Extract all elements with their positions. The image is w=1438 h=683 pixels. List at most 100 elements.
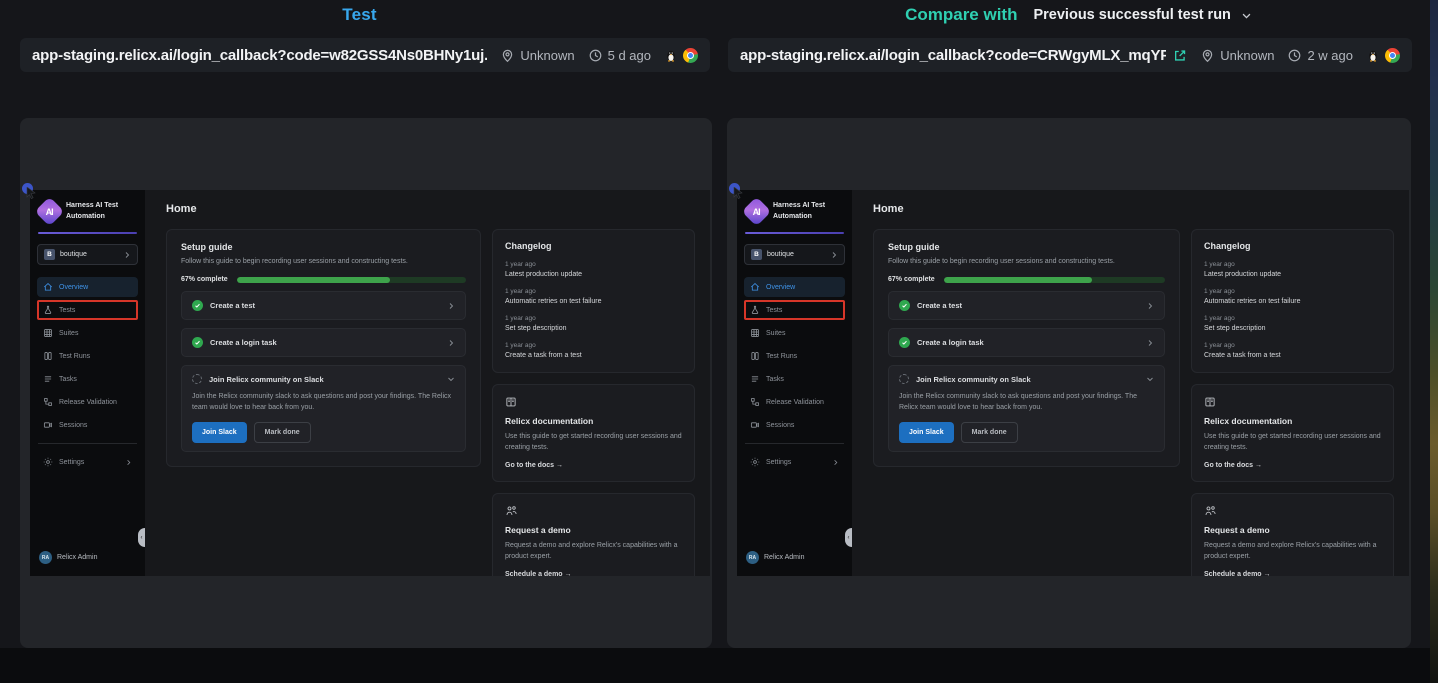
age-label: 5 d ago [608,48,651,63]
sidebar-item-tasks: Tasks [37,369,138,389]
sidebar-item-label: Tests [59,307,75,314]
test-screenshot-frame[interactable]: AI Harness AI TestAutomation B boutique … [20,118,712,648]
gear-icon [43,457,53,467]
home-icon [750,282,760,292]
demo-description: Request a demo and explore Relicx's capa… [505,541,682,562]
chevron-right-icon [447,339,455,347]
progress-label: 67% complete [888,276,935,283]
sidebar-divider [38,443,137,444]
changelog-entry: 1 year ago Create a task from a test [1204,342,1381,359]
mark-done-button: Mark done [961,422,1018,443]
app-sidebar: AI Harness AI TestAutomation B boutique … [30,190,145,576]
compare-title: Compare with [905,5,1017,25]
page-title: Home [166,203,695,215]
changelog-card: Changelog 1 year ago Latest production u… [1191,229,1394,373]
check-circle-icon [192,337,203,348]
page-title: Home [873,203,1394,215]
test-url-bar: app-staging.relicx.ai/login_callback?cod… [20,38,710,72]
documentation-title: Relicx documentation [1204,416,1381,426]
sidebar-collapse-handle: ‹ [845,528,852,547]
compare-run-label: Previous successful test run [1033,7,1230,23]
project-selector: B boutique [744,244,845,265]
setup-guide-card: Setup guide Follow this guide to begin r… [873,229,1180,467]
docs-link: Go to the docs → [505,462,563,469]
chevron-right-icon [830,251,838,259]
schedule-demo-link: Schedule a demo → [1204,571,1271,576]
changelog-entry: 1 year ago Latest production update [1204,261,1381,278]
adjacent-screenshot-sliver[interactable] [1430,0,1438,683]
project-selector: B boutique [37,244,138,265]
documentation-description: Use this guide to get started recording … [1204,432,1381,453]
sidebar-divider [745,443,844,444]
changelog-card: Changelog 1 year ago Latest production u… [492,229,695,373]
location-pin-icon [1200,48,1215,63]
progress-label: 67% complete [181,276,228,283]
sidebar-item-tests: Tests [37,300,138,320]
changelog-text: Create a task from a test [505,352,682,359]
compare-screenshot-frame[interactable]: AI Harness AI TestAutomation B boutique … [727,118,1411,648]
avatar: RA [39,551,52,564]
setup-guide-description: Follow this guide to begin recording use… [181,258,466,265]
flow-icon [43,397,53,407]
compare-panel-header: Compare with Previous successful test ru… [719,0,1438,30]
os-browser-meta [1366,48,1400,63]
changelog-title: Changelog [1204,241,1381,251]
project-badge: B [751,249,762,260]
changelog-text: Create a task from a test [1204,352,1381,359]
sidebar-item-test-runs: Test Runs [744,346,845,366]
documentation-description: Use this guide to get started recording … [505,432,682,453]
changelog-time: 1 year ago [505,315,682,322]
video-icon [43,420,53,430]
app-screenshot-image[interactable]: AI Harness AI TestAutomation B boutique … [30,190,710,576]
app-main: Home Setup guide Follow this guide to be… [145,190,710,576]
documentation-card: Relicx documentation Use this guide to g… [492,384,695,482]
progress-bar [944,277,1165,283]
task-label: Create a login task [210,338,277,347]
app-screenshot-image[interactable]: AI Harness AI TestAutomation B boutique … [737,190,1409,576]
test-panel-header: Test [0,0,719,30]
compare-run-dropdown[interactable]: Previous successful test run [1033,7,1251,23]
people-icon [505,505,518,517]
changelog-entry: 1 year ago Automatic retries on test fai… [1204,288,1381,305]
age-meta: 5 d ago [588,48,651,63]
changelog-time: 1 year ago [1204,261,1381,268]
documentation-title: Relicx documentation [505,416,682,426]
compare-panel: Compare with Previous successful test ru… [719,0,1438,683]
clock-icon [1287,48,1302,63]
sidebar-item-label: Test Runs [59,353,90,360]
changelog-time: 1 year ago [505,288,682,295]
flask-icon [750,305,760,315]
sidebar-nav: Overview Tests Suites Test Runs Tasks [744,277,845,435]
user-name: Relicx Admin [57,554,97,561]
location-label: Unknown [1220,48,1274,63]
columns-icon [43,351,53,361]
sidebar-item-settings: Settings [744,452,845,472]
list-icon [43,374,53,384]
cursor-arrow-icon [733,187,744,199]
setup-guide-title: Setup guide [888,242,1165,252]
flask-icon [43,305,53,315]
demo-title: Request a demo [505,525,682,535]
changelog-entry: 1 year ago Latest production update [505,261,682,278]
brand: AI Harness AI TestAutomation [37,199,138,230]
chevron-right-icon [1146,302,1154,310]
changelog-text: Automatic retries on test failure [505,298,682,305]
sidebar-item-test-runs: Test Runs [37,346,138,366]
cursor-arrow-icon [26,187,37,199]
external-link-icon[interactable] [1173,48,1187,63]
flow-icon [750,397,760,407]
sidebar-nav: Overview Tests Suites Test Runs Tasks [37,277,138,435]
chevron-down-icon [1241,10,1252,21]
task-label: Create a test [917,301,962,310]
changelog-time: 1 year ago [1204,288,1381,295]
sidebar-item-label: Settings [59,459,84,466]
list-icon [750,374,760,384]
changelog-time: 1 year ago [1204,342,1381,349]
demo-title: Request a demo [1204,525,1381,535]
test-panel: Test app-staging.relicx.ai/login_callbac… [0,0,719,683]
sidebar-item-label: Suites [59,330,78,337]
compare-url: app-staging.relicx.ai/login_callback?cod… [740,47,1166,64]
avatar: RA [746,551,759,564]
task-label: Create a login task [917,338,984,347]
changelog-time: 1 year ago [505,342,682,349]
